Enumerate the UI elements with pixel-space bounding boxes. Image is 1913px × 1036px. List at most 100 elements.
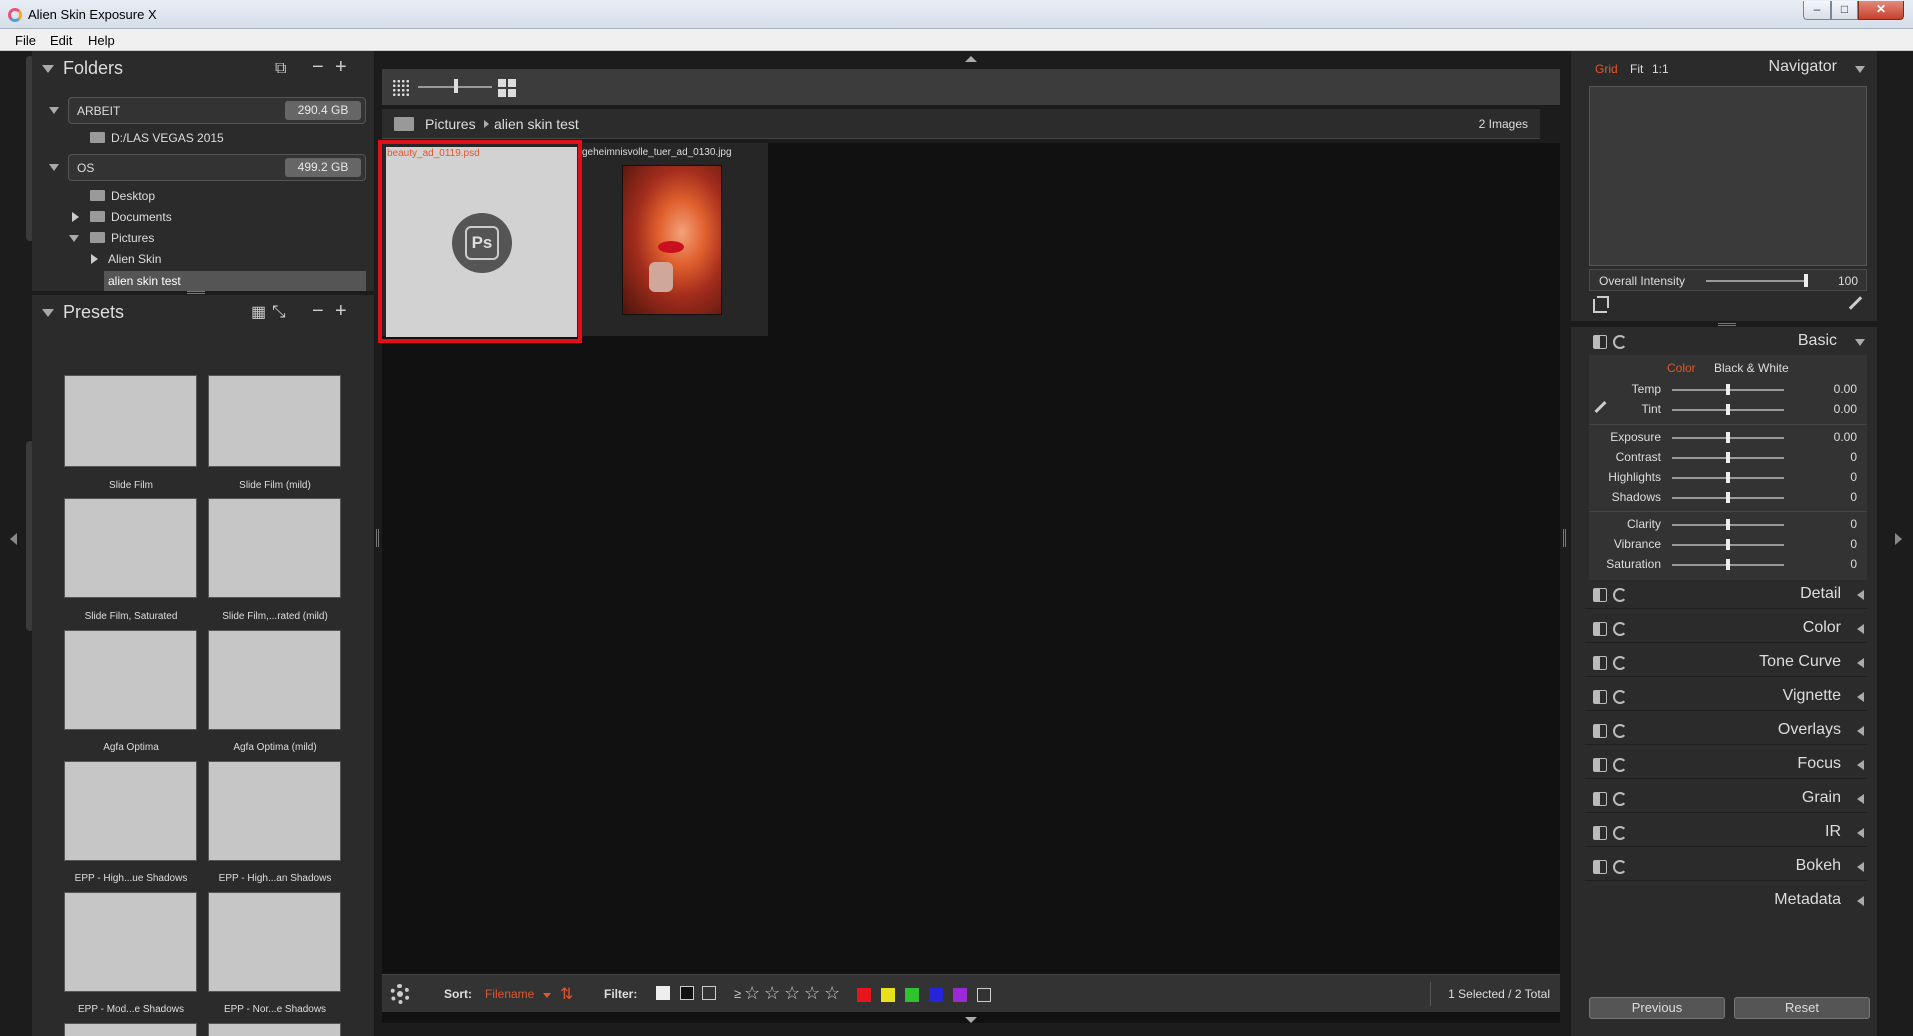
collapse-bottom-icon[interactable]	[965, 1017, 977, 1023]
rating-operator[interactable]: ≥	[734, 986, 741, 1001]
section-ir[interactable]: IR	[1585, 819, 1867, 847]
preset-thumbnail[interactable]	[64, 498, 197, 598]
reset-section-icon[interactable]	[1613, 724, 1627, 738]
section-bokeh[interactable]: Bokeh	[1585, 853, 1867, 881]
right-resize-handle[interactable]	[1563, 529, 1566, 547]
preset-grid-icon[interactable]: ▦	[251, 303, 266, 323]
compare-icon[interactable]	[1593, 758, 1607, 772]
volume-arbeit[interactable]: ARBEIT 290.4 GB	[68, 97, 366, 124]
compare-icon[interactable]	[1593, 335, 1607, 349]
reset-section-icon[interactable]	[1613, 860, 1627, 874]
collapse-left-panel-icon[interactable]	[10, 533, 17, 545]
collapse-folders-icon[interactable]	[42, 65, 54, 73]
brush-icon[interactable]	[1848, 296, 1863, 310]
breadcrumb-current[interactable]: alien skin test	[494, 116, 579, 132]
tree-item-alien-skin[interactable]: Alien Skin	[108, 252, 161, 272]
slider-knob[interactable]	[1726, 404, 1730, 415]
previous-button[interactable]: Previous	[1589, 997, 1725, 1019]
image-cell-selected[interactable]: beauty_ad_0119.psd Ps beauty_ad_0119.psd	[378, 140, 582, 343]
tree-item-documents[interactable]: Documents	[90, 210, 172, 230]
small-grid-icon[interactable]	[392, 79, 410, 97]
collapse-top-icon[interactable]	[965, 56, 977, 62]
image-cell[interactable]: geheimnisvolle_tuer_ad_0130.jpg	[582, 143, 768, 336]
reset-button[interactable]: Reset	[1734, 997, 1870, 1019]
breadcrumb-root[interactable]: Pictures	[425, 116, 476, 132]
collapse-all-icon[interactable]: ⤡	[272, 302, 286, 322]
compare-icon[interactable]	[1593, 826, 1607, 840]
reset-section-icon[interactable]	[1613, 792, 1627, 806]
slider-knob[interactable]	[1726, 519, 1730, 530]
menu-edit[interactable]: Edit	[50, 33, 72, 48]
expand-os-icon[interactable]	[49, 164, 59, 171]
minimize-button[interactable]: –	[1803, 1, 1831, 20]
slider-knob[interactable]	[1726, 559, 1730, 570]
menu-help[interactable]: Help	[88, 33, 115, 48]
expand-icon[interactable]	[1857, 794, 1864, 804]
mode-color[interactable]: Color	[1667, 361, 1696, 375]
tree-item-las-vegas[interactable]: D:/LAS VEGAS 2015	[90, 131, 224, 151]
reset-section-icon[interactable]	[1613, 758, 1627, 772]
tree-item-alien-skin-test[interactable]: alien skin test	[104, 271, 366, 291]
chevron-down-icon[interactable]	[1855, 339, 1865, 346]
flag-picked-icon[interactable]	[656, 986, 670, 1000]
reset-section-icon[interactable]	[1613, 588, 1627, 602]
preset-thumbnail[interactable]	[64, 892, 197, 992]
preset-thumbnail[interactable]	[208, 630, 341, 730]
slider-knob[interactable]	[1726, 452, 1730, 463]
intensity-knob[interactable]	[1804, 274, 1808, 287]
large-grid-icon[interactable]	[498, 79, 516, 97]
crop-icon[interactable]	[1593, 296, 1609, 313]
section-detail[interactable]: Detail	[1585, 581, 1867, 609]
expand-documents-icon[interactable]	[72, 212, 79, 222]
intensity-slider[interactable]	[1706, 280, 1806, 282]
flag-rejected-icon[interactable]	[680, 986, 694, 1000]
expand-icon[interactable]	[1857, 624, 1864, 634]
expand-icon[interactable]	[1857, 726, 1864, 736]
chevron-down-icon[interactable]	[543, 993, 551, 998]
left-resize-handle[interactable]	[376, 529, 379, 547]
expand-icon[interactable]	[1857, 692, 1864, 702]
star-icon[interactable]: ☆	[744, 983, 760, 1004]
tree-item-desktop[interactable]: Desktop	[90, 189, 155, 209]
nav-mode-fit[interactable]: Fit	[1630, 62, 1643, 76]
add-preset-icon[interactable]: +	[335, 301, 347, 321]
color-label-none[interactable]	[977, 988, 991, 1002]
maximize-button[interactable]: □	[1831, 1, 1858, 20]
expand-icon[interactable]	[1857, 862, 1864, 872]
compare-icon[interactable]	[1593, 588, 1607, 602]
flag-unflagged-icon[interactable]	[702, 986, 716, 1000]
star-icon[interactable]: ☆	[784, 983, 800, 1004]
color-label-blue[interactable]	[929, 988, 943, 1002]
thumbnail-size-knob[interactable]	[454, 79, 458, 93]
chevron-down-icon[interactable]	[1855, 66, 1865, 73]
collapse-pictures-icon[interactable]	[69, 235, 79, 242]
reset-section-icon[interactable]	[1613, 622, 1627, 636]
slider-knob[interactable]	[1726, 384, 1730, 395]
navigator-preview[interactable]	[1589, 86, 1867, 266]
expand-icon[interactable]	[1857, 760, 1864, 770]
preset-thumbnail[interactable]	[208, 375, 341, 467]
menu-file[interactable]: File	[15, 33, 36, 48]
slider-knob[interactable]	[1726, 472, 1730, 483]
preset-thumbnail[interactable]	[208, 892, 341, 992]
section-vignette[interactable]: Vignette	[1585, 683, 1867, 711]
reset-section-icon[interactable]	[1613, 656, 1627, 670]
nav-mode-grid[interactable]: Grid	[1595, 62, 1618, 76]
sort-direction-icon[interactable]: ⇅	[560, 984, 573, 1004]
expand-alien-skin-icon[interactable]	[91, 254, 98, 264]
compare-icon[interactable]	[1593, 860, 1607, 874]
reset-section-icon[interactable]	[1613, 826, 1627, 840]
section-tone-curve[interactable]: Tone Curve	[1585, 649, 1867, 677]
preset-thumbnail[interactable]	[208, 498, 341, 598]
expand-arbeit-icon[interactable]	[49, 107, 59, 114]
gear-icon[interactable]	[390, 984, 410, 1004]
collapse-right-panel-icon[interactable]	[1895, 533, 1902, 545]
expand-icon[interactable]	[1857, 896, 1864, 906]
remove-folder-icon[interactable]: −	[312, 57, 324, 77]
slider-knob[interactable]	[1726, 432, 1730, 443]
compare-icon[interactable]	[1593, 792, 1607, 806]
section-grain[interactable]: Grain	[1585, 785, 1867, 813]
reset-section-icon[interactable]	[1613, 690, 1627, 704]
remove-preset-icon[interactable]: −	[312, 301, 324, 321]
star-icon[interactable]: ☆	[824, 983, 840, 1004]
